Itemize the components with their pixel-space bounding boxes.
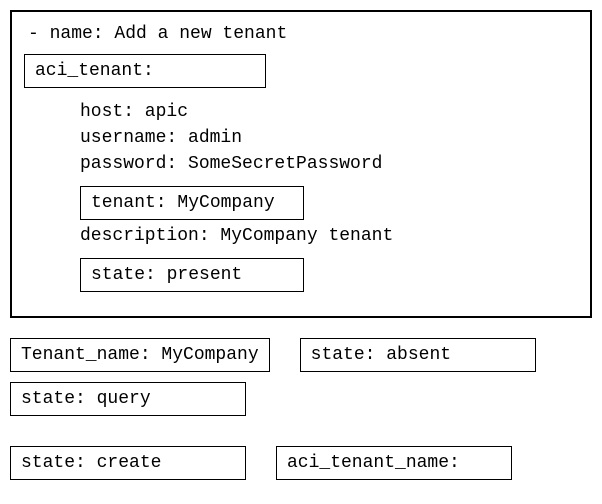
param-password: password: SomeSecretPassword — [80, 154, 578, 174]
options-row-2: state: query — [10, 382, 592, 416]
option-aci-tenant-name[interactable]: aci_tenant_name: — [276, 446, 512, 480]
param-state-box[interactable]: state: present — [80, 258, 304, 292]
module-name-box[interactable]: aci_tenant: — [24, 54, 266, 88]
param-tenant-box[interactable]: tenant: MyCompany — [80, 186, 304, 220]
options-row-1: Tenant_name: MyCompany state: absent — [10, 338, 592, 372]
option-state-absent[interactable]: state: absent — [300, 338, 536, 372]
param-description: description: MyCompany tenant — [80, 226, 578, 246]
task-params: host: apic username: admin password: Som… — [24, 102, 578, 298]
param-username: username: admin — [80, 128, 578, 148]
param-host: host: apic — [80, 102, 578, 122]
option-state-create[interactable]: state: create — [10, 446, 246, 480]
task-name-line: - name: Add a new tenant — [24, 24, 578, 44]
option-state-query[interactable]: state: query — [10, 382, 246, 416]
options-row-3: state: create aci_tenant_name: — [10, 446, 592, 480]
task-definition-box: - name: Add a new tenant aci_tenant: hos… — [10, 10, 592, 318]
option-tenant-name[interactable]: Tenant_name: MyCompany — [10, 338, 270, 372]
